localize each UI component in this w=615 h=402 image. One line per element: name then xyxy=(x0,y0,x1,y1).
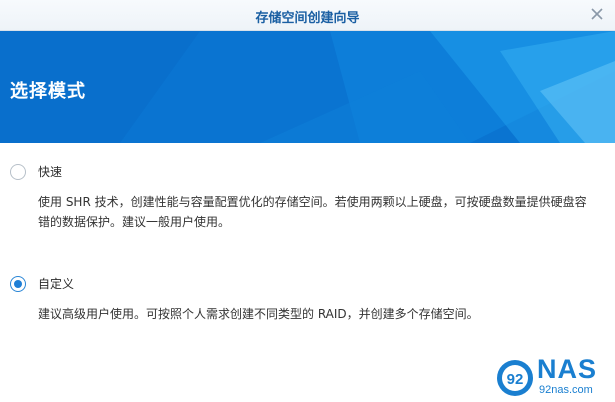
page-title: 选择模式 xyxy=(10,81,86,102)
radio-quick[interactable] xyxy=(10,164,26,180)
option-quick-description: 使用 SHR 技术，创建性能与容量配置优化的存储空间。若使用两颗以上硬盘，可按硬… xyxy=(38,195,587,229)
window-title: 存储空间创建向导 xyxy=(255,11,360,26)
watermark-site: 92nas.com xyxy=(539,384,593,396)
option-custom-description: 建议高级用户使用。可按照个人需求创建不同类型的 RAID，并创建多个存储空间。 xyxy=(38,307,479,321)
wizard-header-banner: 选择模式 xyxy=(0,31,615,143)
option-custom-label[interactable]: 自定义 xyxy=(38,276,74,292)
header-background-graphic xyxy=(0,31,615,143)
watermark-brand: NAS xyxy=(537,354,598,384)
92-logo-icon: 92 xyxy=(497,360,533,396)
radio-custom[interactable] xyxy=(10,276,26,292)
storage-wizard-window: 存储空间创建向导 选择模式 快速 使用 SHR 技术，创建性能与容量配置优化的存… xyxy=(0,0,615,402)
title-bar: 存储空间创建向导 xyxy=(0,0,615,31)
close-button[interactable] xyxy=(589,6,605,22)
close-icon xyxy=(591,8,603,20)
watermark-logo: 92 NAS 92nas.com xyxy=(495,354,605,400)
option-quick-label[interactable]: 快速 xyxy=(38,164,62,180)
svg-text:92: 92 xyxy=(507,371,524,388)
